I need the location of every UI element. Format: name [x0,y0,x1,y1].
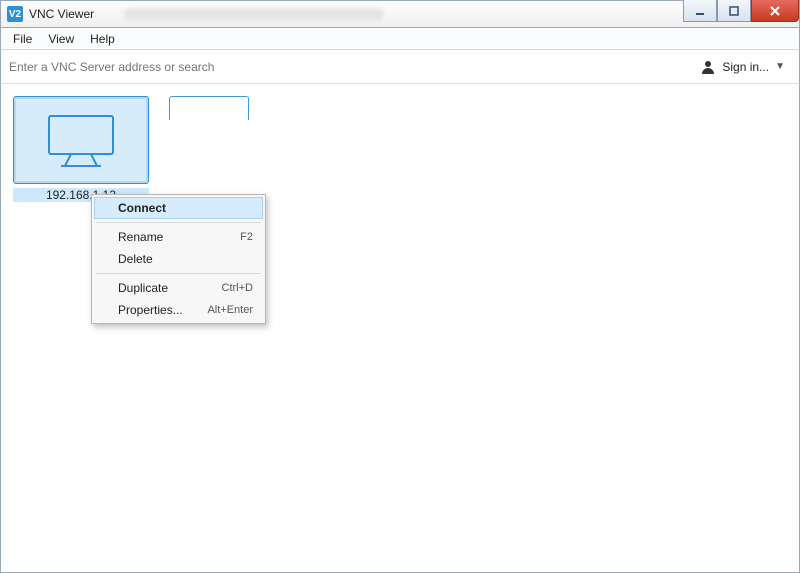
sign-in-label: Sign in... [722,60,769,74]
searchbar: Sign in... ▼ [0,50,800,84]
menu-file[interactable]: File [5,30,40,48]
connection-item-partial[interactable] [169,96,249,202]
menu-view[interactable]: View [40,30,82,48]
ctx-separator [96,273,261,274]
sign-in-button[interactable]: Sign in... ▼ [694,57,791,77]
user-icon [700,59,716,75]
ctx-duplicate[interactable]: Duplicate Ctrl+D [94,277,263,299]
connection-thumbnail[interactable] [13,96,149,184]
ctx-connect-label: Connect [118,201,166,215]
ctx-properties-label: Properties... [118,303,183,317]
close-button[interactable] [751,0,799,22]
minimize-button[interactable] [683,0,717,22]
ctx-rename-label: Rename [118,230,163,244]
ctx-duplicate-label: Duplicate [118,281,168,295]
ctx-rename-shortcut: F2 [240,231,253,243]
app-icon: V2 [7,6,23,22]
window-title: VNC Viewer [29,7,94,21]
window-controls [683,0,799,22]
ctx-separator [96,222,261,223]
ctx-rename[interactable]: Rename F2 [94,226,263,248]
maximize-button[interactable] [717,0,751,22]
monitor-icon [41,110,121,170]
titlebar: V2 VNC Viewer [0,0,800,28]
ctx-duplicate-shortcut: Ctrl+D [222,282,253,294]
search-input[interactable] [9,56,694,78]
chevron-down-icon: ▼ [775,61,785,72]
titlebar-blurred-text [124,8,384,20]
context-menu: Connect Rename F2 Delete Duplicate Ctrl+… [91,194,266,324]
menubar: File View Help [0,28,800,50]
ctx-delete-label: Delete [118,252,153,266]
connection-thumbnail-partial [169,96,249,120]
ctx-properties-shortcut: Alt+Enter [207,304,253,316]
ctx-properties[interactable]: Properties... Alt+Enter [94,299,263,321]
menu-help[interactable]: Help [82,30,123,48]
content-area: 192.168.1.13 Connect Rename F2 Delete Du… [0,84,800,573]
ctx-connect[interactable]: Connect [94,197,263,219]
connection-item[interactable]: 192.168.1.13 [13,96,149,202]
connections-list: 192.168.1.13 [13,96,787,202]
ctx-delete[interactable]: Delete [94,248,263,270]
